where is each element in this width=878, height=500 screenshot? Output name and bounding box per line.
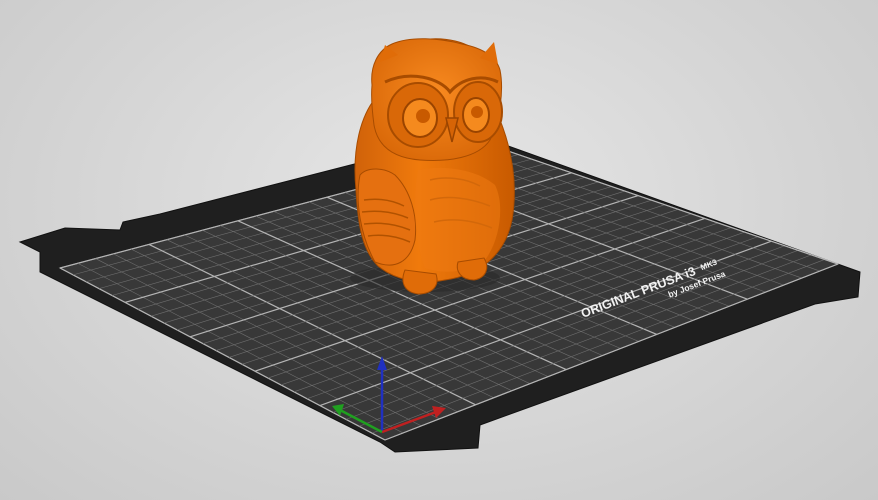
3d-viewport[interactable]: ORIGINAL PRUSA i3 MK3 by Josef Prusa [0, 0, 878, 500]
owl-model[interactable] [354, 38, 515, 295]
owl-chest [414, 167, 501, 272]
owl-foot-right [456, 257, 488, 281]
owl-pupil-left [416, 109, 430, 123]
owl-pupil-right [471, 106, 483, 118]
owl-foot-left [402, 269, 438, 295]
scene-canvas[interactable]: ORIGINAL PRUSA i3 MK3 by Josef Prusa [0, 0, 878, 500]
